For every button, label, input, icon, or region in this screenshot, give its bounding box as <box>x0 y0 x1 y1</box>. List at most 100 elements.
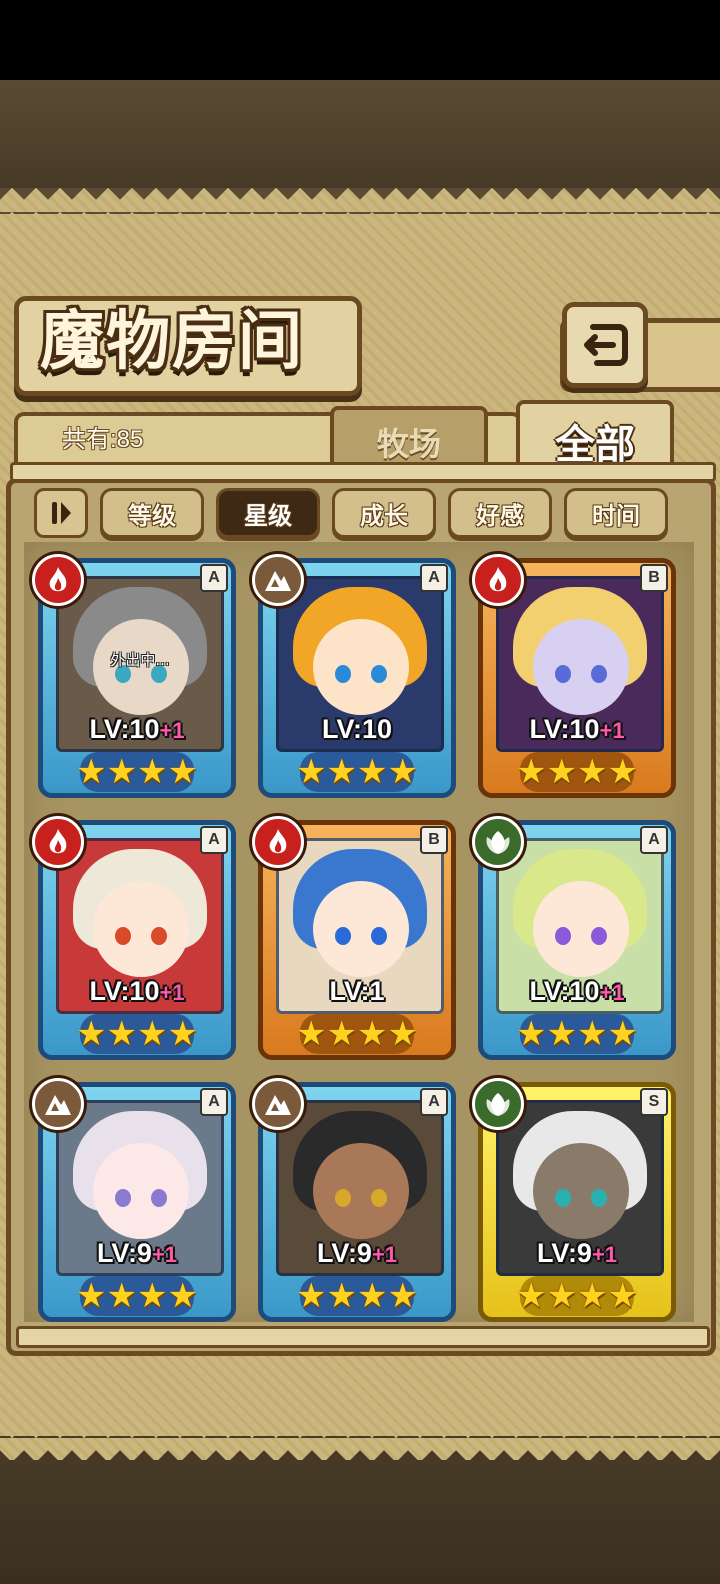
rank-badge: A <box>200 826 228 854</box>
star-icon: ★ <box>326 752 357 792</box>
panel-edge-bottom <box>0 1436 720 1462</box>
star-icon: ★ <box>326 1014 357 1054</box>
level-bonus: +1 <box>599 718 625 743</box>
level-bonus: +1 <box>151 1242 178 1267</box>
nature-element-icon <box>472 1078 524 1130</box>
monster-card[interactable]: 外出中... A LV:10+1 ★ ★ ★ ★ <box>32 554 236 798</box>
star-icon: ★ <box>296 1276 327 1316</box>
portrait-eye <box>115 927 131 945</box>
level-label: LV:10+1 <box>38 714 236 745</box>
level-bonus: +1 <box>371 1242 398 1267</box>
star-icon: ★ <box>546 1014 577 1054</box>
monster-card[interactable]: A LV:10+1 ★ ★ ★ ★ <box>472 816 676 1060</box>
monster-card[interactable]: A LV:10+1 ★ ★ ★ ★ <box>32 816 236 1060</box>
star-icon: ★ <box>76 1276 107 1316</box>
level-bonus: +1 <box>591 1242 618 1267</box>
sort-growth-button[interactable]: 成长 <box>332 488 436 538</box>
star-icon: ★ <box>516 752 547 792</box>
portrait-face <box>313 1143 409 1239</box>
monster-card[interactable]: A LV:10 ★ ★ ★ ★ <box>252 554 456 798</box>
level-value: LV:9 <box>316 1238 372 1268</box>
star-icon: ★ <box>137 752 168 792</box>
level-label: LV:10+1 <box>38 976 236 1007</box>
back-button[interactable] <box>562 302 648 388</box>
star-rating: ★ ★ ★ ★ <box>516 1276 638 1316</box>
level-value: LV:1 <box>329 976 385 1006</box>
star-icon: ★ <box>577 752 608 792</box>
portrait-eye <box>335 927 351 945</box>
star-icon: ★ <box>167 752 198 792</box>
portrait-eye <box>555 1189 571 1207</box>
star-icon: ★ <box>607 1276 638 1316</box>
portrait-face <box>93 1143 189 1239</box>
rank-badge: B <box>420 826 448 854</box>
fire-element-icon <box>252 816 304 868</box>
portrait-eye <box>151 1189 167 1207</box>
map-band-top <box>0 80 720 190</box>
star-icon: ★ <box>326 1276 357 1316</box>
map-band-bottom <box>0 1460 720 1584</box>
panel-edge-top <box>0 188 720 214</box>
level-label: LV:10+1 <box>478 976 676 1007</box>
star-rating: ★ ★ ★ ★ <box>296 752 418 792</box>
level-label: LV:9+1 <box>478 1238 676 1269</box>
return-arrow-icon <box>584 324 628 366</box>
portrait-eye <box>591 1189 607 1207</box>
star-rating: ★ ★ ★ ★ <box>76 1276 198 1316</box>
sort-affection-button[interactable]: 好感 <box>448 488 552 538</box>
star-icon: ★ <box>577 1276 608 1316</box>
level-bonus: +1 <box>599 980 625 1005</box>
star-rating: ★ ★ ★ ★ <box>296 1276 418 1316</box>
star-icon: ★ <box>296 752 327 792</box>
monster-card[interactable]: B LV:10+1 ★ ★ ★ ★ <box>472 554 676 798</box>
monster-card[interactable]: A LV:9+1 ★ ★ ★ ★ <box>252 1078 456 1322</box>
monster-card[interactable]: B LV:1 ★ ★ ★ ★ <box>252 816 456 1060</box>
star-icon: ★ <box>106 752 137 792</box>
sort-star-button[interactable]: 星级 <box>216 488 320 538</box>
portrait-eye <box>555 665 571 683</box>
star-icon: ★ <box>607 1014 638 1054</box>
star-icon: ★ <box>387 1276 418 1316</box>
level-bonus: +1 <box>159 980 185 1005</box>
monster-card[interactable]: A LV:9+1 ★ ★ ★ ★ <box>32 1078 236 1322</box>
star-icon: ★ <box>516 1014 547 1054</box>
level-bonus: +1 <box>159 718 185 743</box>
star-icon: ★ <box>76 752 107 792</box>
away-status: 外出中... <box>110 651 170 669</box>
rank-badge: A <box>640 826 668 854</box>
tab-underline <box>10 462 716 482</box>
star-icon: ★ <box>577 1014 608 1054</box>
level-label: LV:9+1 <box>258 1238 456 1269</box>
level-value: LV:10 <box>529 714 600 744</box>
portrait-eye <box>371 1189 387 1207</box>
sort-level-button[interactable]: 等级 <box>100 488 204 538</box>
level-value: LV:10 <box>529 976 600 1006</box>
portrait-eye <box>371 927 387 945</box>
monster-card[interactable]: S LV:9+1 ★ ★ ★ ★ <box>472 1078 676 1322</box>
portrait-face <box>313 881 409 977</box>
monster-count: 共有:85 <box>62 426 144 453</box>
portrait-eye <box>151 927 167 945</box>
sort-order-icon <box>52 502 71 524</box>
sort-order-toggle[interactable] <box>34 488 88 538</box>
sort-time-button[interactable]: 时间 <box>564 488 668 538</box>
earth-element-icon <box>32 1078 84 1130</box>
star-icon: ★ <box>516 1276 547 1316</box>
fire-element-icon <box>472 554 524 606</box>
portrait-eye <box>591 927 607 945</box>
star-icon: ★ <box>137 1276 168 1316</box>
level-value: LV:9 <box>536 1238 592 1268</box>
star-icon: ★ <box>76 1014 107 1054</box>
star-icon: ★ <box>296 1014 327 1054</box>
star-icon: ★ <box>167 1276 198 1316</box>
star-rating: ★ ★ ★ ★ <box>76 1014 198 1054</box>
portrait-eye <box>335 665 351 683</box>
rank-badge: B <box>640 564 668 592</box>
star-icon: ★ <box>607 752 638 792</box>
star-rating: ★ ★ ★ ★ <box>296 1014 418 1054</box>
portrait-eye <box>335 1189 351 1207</box>
level-value: LV:10 <box>321 714 393 744</box>
fire-element-icon <box>32 816 84 868</box>
rank-badge: A <box>420 564 448 592</box>
nature-element-icon <box>472 816 524 868</box>
